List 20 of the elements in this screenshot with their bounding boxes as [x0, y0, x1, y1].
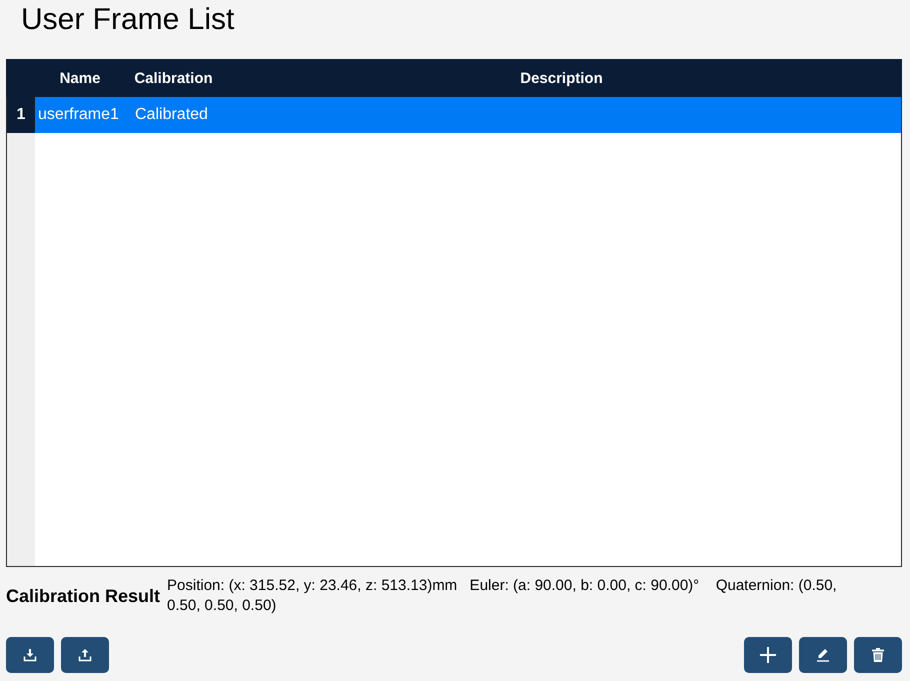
tray-arrow-down-icon — [23, 648, 37, 662]
page-title: User Frame List — [21, 2, 234, 38]
column-header[interactable]: Calibration — [125, 70, 222, 86]
column-header[interactable]: Name — [35, 70, 125, 86]
plus-icon — [760, 647, 776, 663]
export-button[interactable] — [61, 637, 109, 673]
section-label: Calibration Result — [6, 586, 160, 606]
table-cell-text: Calibrated — [134, 105, 209, 125]
add-button[interactable] — [744, 637, 792, 673]
column-header[interactable]: Description — [222, 70, 901, 86]
calibration-values: Position: (x: 315.52, y: 23.46, z: 513.13)mm Euler: (a: 90.00, b: 0.00, c: 90.00)° Quaternion: (0.50, 0.50, 0.50, 0.50) — [167, 576, 838, 616]
table-row[interactable]: 1 userframe1 Calibrated — [7, 97, 901, 133]
trash-icon — [872, 648, 884, 662]
row-number: 1 — [7, 97, 35, 133]
delete-button[interactable] — [854, 637, 902, 673]
import-button[interactable] — [6, 637, 54, 673]
table-cell-text: userframe1 — [37, 105, 120, 125]
edit-button[interactable] — [799, 637, 847, 673]
tray-arrow-up-icon — [78, 648, 92, 662]
pencil-icon — [816, 648, 830, 662]
